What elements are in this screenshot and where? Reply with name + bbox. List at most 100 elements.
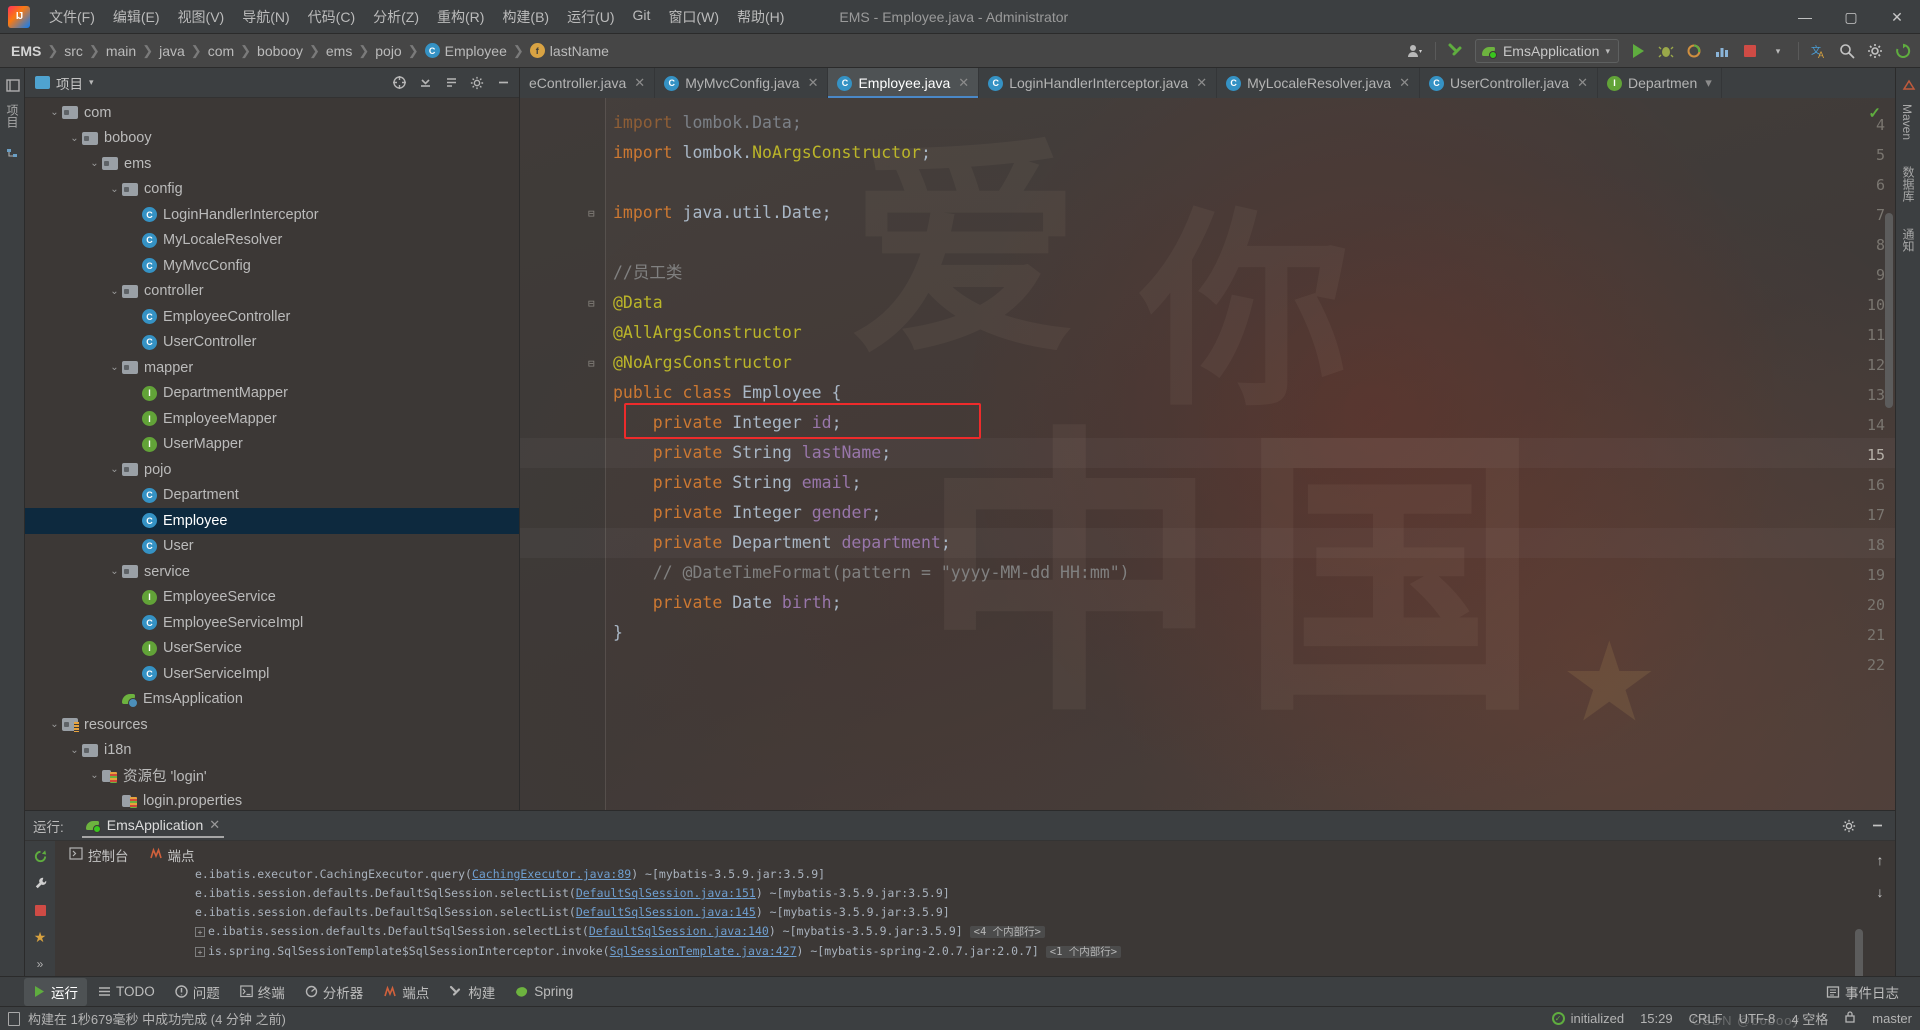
menu-item-3[interactable]: 导航(N) [233,3,298,31]
maximize-button[interactable]: ▢ [1828,0,1874,34]
line-ending-indicator[interactable]: CRLF [1689,1011,1723,1026]
close-icon[interactable]: ✕ [808,75,819,91]
breadcrumb-item-ems[interactable]: ems [323,41,355,61]
tree-node-i18n[interactable]: ⌄ i18n [25,738,519,764]
tree-node-ems[interactable]: ⌄ ems [25,151,519,177]
code-fold-icon[interactable]: ⊟ [588,297,595,310]
tree-node-config[interactable]: ⌄ config [25,177,519,203]
indent-indicator[interactable]: 4 空格 [1791,1009,1828,1028]
tree-node-com[interactable]: ⌄ com [25,100,519,126]
breadcrumb-item-lastname[interactable]: f lastName [527,41,612,61]
sidebar-item-project[interactable]: 项目 [0,98,25,134]
tree-node-mymvcconfig[interactable]: ⌄C MyMvcConfig [25,253,519,279]
run-tab-emsapplication[interactable]: EmsApplication ✕ [78,813,228,838]
tree-node-usermapper[interactable]: ⌄I UserMapper [25,432,519,458]
sidebar-item-maven[interactable]: Maven [1896,98,1918,146]
bottom-tab-profiler-icon[interactable]: 分析器 [296,978,373,1006]
search-icon[interactable] [1834,38,1860,64]
tree-node-employeecontroller[interactable]: ⌄C EmployeeController [25,304,519,330]
chevron-down-icon[interactable]: ⌄ [107,566,122,577]
expand-icon[interactable] [439,71,463,95]
inspection-status-icon[interactable]: ✓ [1868,104,1881,122]
sidebar-item-notifications[interactable]: 通知 [1896,222,1920,258]
menu-item-11[interactable]: 帮助(H) [728,3,793,31]
close-icon[interactable]: ✕ [634,75,645,91]
stack-trace-link[interactable]: DefaultSqlSession.java:145 [576,905,756,919]
event-log-button[interactable]: 事件日志 [1817,978,1908,1006]
code-fold-icon[interactable]: ⊟ [588,207,595,220]
build-hammer-icon[interactable] [1443,38,1469,64]
stack-trace-link[interactable]: DefaultSqlSession.java:140 [589,924,769,938]
rerun-icon[interactable] [28,845,52,867]
wrench-icon[interactable] [28,872,52,894]
tree-node-departmentmapper[interactable]: ⌄I DepartmentMapper [25,381,519,407]
breadcrumb-item-com[interactable]: com [205,41,237,61]
hide-panel-icon[interactable] [491,71,515,95]
close-icon[interactable]: ✕ [958,75,969,91]
tree-node-mapper[interactable]: ⌄ mapper [25,355,519,381]
menu-item-0[interactable]: 文件(F) [40,3,104,31]
run-configuration-selector[interactable]: EmsApplication ▾ [1474,39,1619,63]
chevron-down-icon[interactable]: ⌄ [87,158,102,169]
tree-node-usercontroller[interactable]: ⌄C UserController [25,330,519,356]
menu-item-8[interactable]: 运行(U) [558,3,623,31]
tree-node-employeemapper[interactable]: ⌄I EmployeeMapper [25,406,519,432]
chevron-down-icon[interactable]: ⌄ [107,184,122,195]
code-fold-icon[interactable]: ⊟ [588,357,595,370]
chevron-down-icon[interactable]: ⌄ [107,464,122,475]
stack-trace-link[interactable]: DefaultSqlSession.java:151 [576,886,756,900]
menu-item-7[interactable]: 构建(B) [493,3,558,31]
branch-indicator[interactable]: master [1872,1011,1912,1026]
chevron-down-icon[interactable]: ⌄ [87,770,102,781]
down-arrow-icon[interactable]: ↓ [1868,881,1892,903]
bottom-tab-build-icon[interactable]: 构建 [440,978,504,1006]
editor-tab-employee-java[interactable]: C Employee.java ✕ [828,68,980,98]
tree-node------login-[interactable]: ⌄ 资源包 'login' [25,763,519,789]
initialized-status[interactable]: initialized [1551,1011,1624,1026]
stack-trace-link[interactable]: CachingExecutor.java:89 [472,869,631,881]
close-icon[interactable]: ✕ [209,817,220,833]
tree-node-userserviceimpl[interactable]: ⌄C UserServiceImpl [25,661,519,687]
bottom-tab-terminal-icon[interactable]: 终端 [231,978,294,1006]
profile-icon[interactable] [1709,38,1735,64]
star-icon[interactable]: ★ [28,926,52,948]
up-arrow-icon[interactable]: ↑ [1868,849,1892,871]
chevron-down-icon[interactable]: ⌄ [107,286,122,297]
tree-node-employeeservice[interactable]: ⌄I EmployeeService [25,585,519,611]
minimize-icon[interactable] [1865,814,1889,838]
tree-node-controller[interactable]: ⌄ controller [25,279,519,305]
structure-strip-icon[interactable] [0,140,25,166]
tree-node-mylocaleresolver[interactable]: ⌄C MyLocaleResolver [25,228,519,254]
expand-chevrons-icon[interactable]: » [28,953,52,975]
collapse-all-icon[interactable] [413,71,437,95]
console-tab-endpoints-icon[interactable]: 端点 [141,842,203,869]
tree-node-login-properties[interactable]: ⌄ login.properties [25,789,519,811]
close-icon[interactable]: ✕ [1577,75,1588,91]
console-tab-console-icon[interactable]: 控制台 [61,842,137,871]
menu-item-5[interactable]: 分析(Z) [364,3,428,31]
editor-tab-mylocaleresolver-java[interactable]: C MyLocaleResolver.java ✕ [1217,68,1420,98]
breadcrumb-item-src[interactable]: src [61,41,86,61]
breadcrumb-item-bobooy[interactable]: bobooy [254,41,306,61]
breadcrumb-item-java[interactable]: java [156,41,188,61]
tree-node-userservice[interactable]: ⌄I UserService [25,636,519,662]
breadcrumb-item-ems[interactable]: EMS [8,41,44,61]
bottom-tab-endpoints-icon[interactable]: 端点 [374,978,438,1006]
close-button[interactable]: ✕ [1874,0,1920,34]
editor-tab-departmen[interactable]: I Departmen ▾ [1598,68,1722,98]
editor-tab-loginhandlerinterceptor-java[interactable]: C LoginHandlerInterceptor.java ✕ [979,68,1218,98]
chevron-down-icon[interactable]: ⌄ [47,719,62,730]
chevron-down-icon[interactable]: ⌄ [67,745,82,756]
tree-node-pojo[interactable]: ⌄ pojo [25,457,519,483]
tree-node-employeeserviceimpl[interactable]: ⌄C EmployeeServiceImpl [25,610,519,636]
project-strip-icon[interactable] [0,72,25,98]
menu-item-9[interactable]: Git [624,3,660,31]
editor-scrollbar[interactable] [1885,213,1893,408]
stack-trace-link[interactable]: SqlSessionTemplate.java:427 [610,944,797,958]
tree-node-user[interactable]: ⌄C User [25,534,519,560]
breadcrumb-item-main[interactable]: main [103,41,139,61]
run-icon[interactable] [1625,38,1651,64]
lock-icon[interactable] [1844,1010,1856,1027]
translate-icon[interactable]: 文A [1806,38,1832,64]
tree-node-resources[interactable]: ⌄ resources [25,712,519,738]
